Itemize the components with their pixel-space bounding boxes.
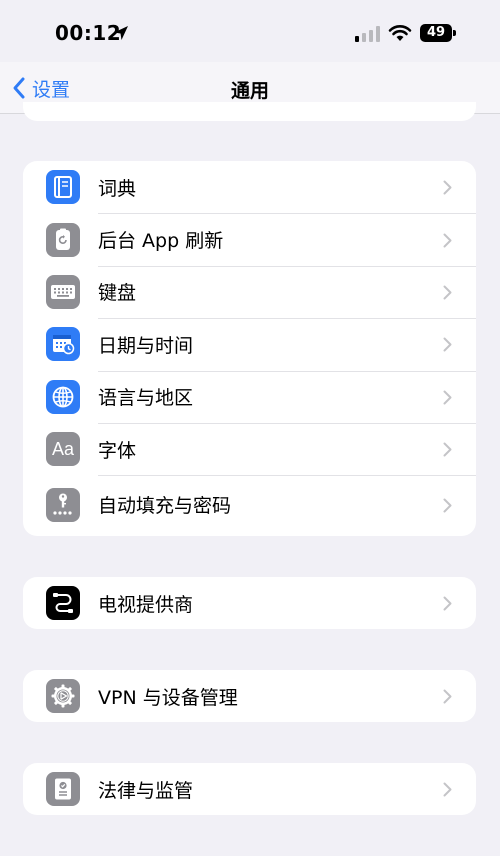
row-fonts[interactable]: Aa 字体 xyxy=(23,422,476,475)
row-label: VPN 与设备管理 xyxy=(98,686,238,709)
chevron-right-icon xyxy=(443,782,452,797)
calendar-clock-icon xyxy=(46,327,80,362)
chevron-right-icon xyxy=(443,337,452,352)
row-tv-provider[interactable]: 电视提供商 xyxy=(23,577,476,629)
keyboard-icon xyxy=(46,274,80,309)
row-label: 键盘 xyxy=(98,282,137,305)
settings-group-vpn: VPN 与设备管理 xyxy=(23,670,476,722)
settings-group-tv-provider: 电视提供商 xyxy=(23,577,476,629)
battery-cap xyxy=(453,30,456,36)
background-refresh-icon xyxy=(46,222,80,257)
page-title: 通用 xyxy=(230,80,269,102)
row-label: 词典 xyxy=(98,177,137,200)
chevron-right-icon xyxy=(443,442,452,457)
row-language-region[interactable]: 语言与地区 xyxy=(23,370,476,423)
chevron-right-icon xyxy=(443,285,452,300)
cellular-signal-icon xyxy=(355,26,380,42)
row-vpn-device-management[interactable]: VPN 与设备管理 xyxy=(23,670,476,722)
chevron-right-icon xyxy=(443,390,452,405)
previous-group-bottom xyxy=(23,102,476,121)
row-label: 法律与监管 xyxy=(98,779,194,802)
chevron-right-icon xyxy=(443,689,452,704)
row-dictionary[interactable]: 词典 xyxy=(23,161,476,213)
row-date-time[interactable]: 日期与时间 xyxy=(23,318,476,370)
row-label: 日期与时间 xyxy=(98,334,194,357)
legal-document-icon xyxy=(46,772,80,806)
font-icon-glyph: Aa xyxy=(51,438,75,459)
row-background-app-refresh[interactable]: 后台 App 刷新 xyxy=(23,213,476,265)
chevron-right-icon xyxy=(443,233,452,248)
chevron-right-icon xyxy=(443,596,452,611)
status-bar: 00:12 49 xyxy=(0,0,500,62)
row-autofill-passwords[interactable]: 自动填充与密码 xyxy=(23,475,476,534)
row-label: 电视提供商 xyxy=(98,593,194,616)
row-label: 后台 App 刷新 xyxy=(98,230,224,253)
row-keyboard[interactable]: 键盘 xyxy=(23,265,476,318)
chevron-right-icon xyxy=(443,180,452,195)
battery-indicator: 49 xyxy=(420,24,452,42)
gear-icon xyxy=(46,679,80,713)
row-label: 字体 xyxy=(98,439,137,462)
font-icon: Aa xyxy=(46,432,80,467)
settings-group-legal: 法律与监管 xyxy=(23,763,476,815)
dictionary-icon xyxy=(46,170,80,205)
wifi-icon xyxy=(388,25,412,41)
tv-provider-icon xyxy=(46,586,80,620)
key-icon xyxy=(46,487,80,522)
globe-icon xyxy=(46,379,80,414)
chevron-right-icon xyxy=(443,498,452,513)
row-legal-regulatory[interactable]: 法律与监管 xyxy=(23,763,476,815)
row-label: 语言与地区 xyxy=(98,387,194,410)
location-arrow-icon xyxy=(114,26,128,40)
row-label: 自动填充与密码 xyxy=(98,495,232,518)
settings-group-general: 词典 后台 App 刷新 键盘 日期与时间 语言与地区 Aa 字体 自动填充与密… xyxy=(23,161,476,536)
